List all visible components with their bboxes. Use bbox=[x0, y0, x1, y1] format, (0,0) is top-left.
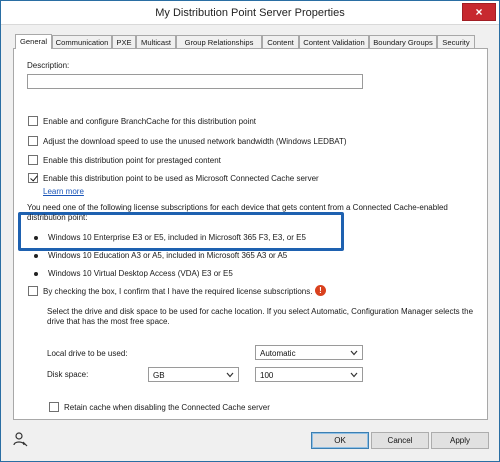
chevron-down-icon bbox=[350, 350, 358, 356]
warning-icon: ! bbox=[315, 285, 326, 296]
retain-cache-checkbox[interactable] bbox=[49, 402, 59, 412]
disk-space-unit-value: GB bbox=[153, 371, 165, 380]
tab-label: Communication bbox=[55, 38, 109, 47]
connected-cache-checkbox[interactable] bbox=[28, 173, 38, 183]
license-confirm-label: By checking the box, I confirm that I ha… bbox=[43, 287, 313, 296]
learn-more-link[interactable]: Learn more bbox=[43, 187, 84, 196]
tab-boundary-groups[interactable]: Boundary Groups bbox=[369, 35, 437, 49]
tab-content-validation[interactable]: Content Validation bbox=[299, 35, 369, 49]
tab-label: PXE bbox=[116, 38, 132, 47]
branchcache-checkbox[interactable] bbox=[28, 116, 38, 126]
bullet-icon bbox=[34, 272, 38, 276]
tab-label: Group Relationships bbox=[184, 38, 254, 47]
general-tab-panel: Description: Enable and configure Branch… bbox=[13, 48, 488, 420]
branchcache-label: Enable and configure BranchCache for thi… bbox=[43, 117, 257, 126]
disk-space-input[interactable]: 100 bbox=[255, 367, 363, 382]
disk-space-label: Disk space: bbox=[47, 370, 89, 379]
prestaged-content-checkbox[interactable] bbox=[28, 155, 38, 165]
chevron-down-icon bbox=[350, 372, 358, 378]
bullet-icon bbox=[34, 254, 38, 258]
tab-label: Boundary Groups bbox=[373, 38, 433, 47]
license-confirm-checkbox[interactable] bbox=[28, 286, 38, 296]
drive-description-text: Select the drive and disk space to be us… bbox=[47, 307, 474, 326]
tab-label: Content Validation bbox=[303, 38, 365, 47]
disk-space-value: 100 bbox=[260, 371, 274, 380]
cancel-button[interactable]: Cancel bbox=[371, 432, 429, 449]
tab-content[interactable]: Content bbox=[262, 35, 299, 49]
ledbat-label: Adjust the download speed to use the unu… bbox=[43, 137, 347, 146]
tab-group-relationships[interactable]: Group Relationships bbox=[176, 35, 262, 49]
license-item: Windows 10 Education A3 or A5, included … bbox=[48, 251, 288, 260]
tab-pxe[interactable]: PXE bbox=[112, 35, 136, 49]
tab-communication[interactable]: Communication bbox=[52, 35, 112, 49]
prestaged-content-label: Enable this distribution point for prest… bbox=[43, 156, 221, 165]
tab-general[interactable]: General bbox=[15, 34, 52, 49]
description-label: Description: bbox=[27, 61, 70, 70]
close-icon: × bbox=[475, 5, 483, 19]
license-intro-text: You need one of the following license su… bbox=[27, 203, 448, 222]
tab-security[interactable]: Security bbox=[437, 35, 475, 49]
description-input[interactable] bbox=[27, 74, 363, 89]
apply-button[interactable]: Apply bbox=[431, 432, 489, 449]
tab-label: General bbox=[19, 37, 48, 46]
properties-dialog: My Distribution Point Server Properties … bbox=[0, 0, 500, 462]
ok-button[interactable]: OK bbox=[311, 432, 369, 449]
local-drive-select[interactable]: Automatic bbox=[255, 345, 363, 360]
ledbat-checkbox[interactable] bbox=[28, 136, 38, 146]
tab-label: Multicast bbox=[141, 38, 171, 47]
retain-cache-label: Retain cache when disabling the Connecte… bbox=[64, 403, 270, 412]
local-drive-value: Automatic bbox=[260, 349, 296, 358]
bullet-icon bbox=[34, 236, 38, 240]
license-item: Windows 10 Virtual Desktop Access (VDA) … bbox=[48, 269, 233, 278]
license-item: Windows 10 Enterprise E3 or E5, included… bbox=[48, 233, 306, 242]
title-bar: My Distribution Point Server Properties … bbox=[1, 1, 499, 25]
window-title: My Distribution Point Server Properties bbox=[155, 7, 345, 19]
tab-label: Content bbox=[267, 38, 294, 47]
tab-multicast[interactable]: Multicast bbox=[136, 35, 176, 49]
close-button[interactable]: × bbox=[462, 3, 496, 21]
help-user-icon[interactable] bbox=[13, 431, 29, 447]
chevron-down-icon bbox=[226, 372, 234, 378]
local-drive-label: Local drive to be used: bbox=[47, 349, 128, 358]
connected-cache-label: Enable this distribution point to be use… bbox=[43, 174, 319, 183]
tab-label: Security bbox=[442, 38, 470, 47]
disk-space-unit-select[interactable]: GB bbox=[148, 367, 239, 382]
